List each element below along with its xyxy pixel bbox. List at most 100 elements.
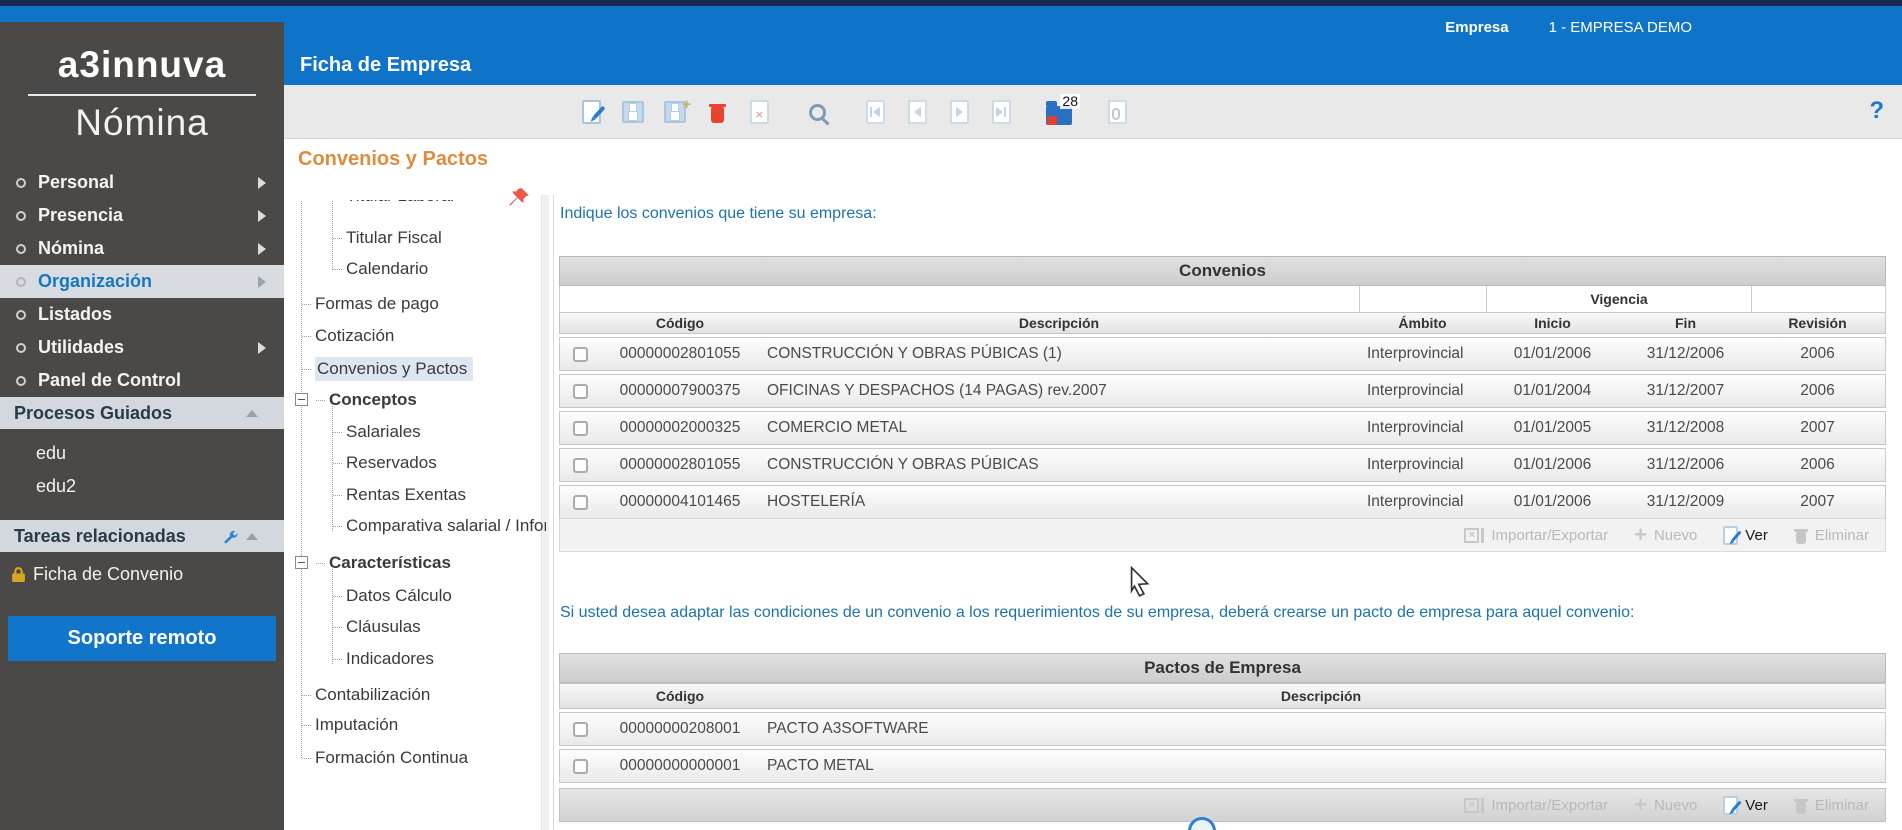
cell-ambito: Interprovincial — [1367, 345, 1464, 362]
tree-item-cotizacion[interactable]: Cotización — [302, 323, 394, 349]
convenio-row[interactable]: 00000002000325 COMERCIO METAL Interprovi… — [559, 411, 1886, 445]
cell-codigo: 00000002801055 — [619, 456, 741, 473]
row-checkbox[interactable] — [573, 457, 588, 473]
pacto-row[interactable]: 00000000208001 PACTO A3SOFTWARE — [559, 712, 1886, 746]
import-export-icon: × — [1464, 527, 1480, 543]
edit-pencil-icon — [1723, 795, 1742, 815]
collapse-box-icon[interactable] — [295, 393, 308, 406]
discard-button[interactable]: × — [744, 95, 774, 129]
empresa-value[interactable]: 1 - EMPRESA DEMO — [1549, 19, 1692, 36]
attachments-button[interactable] — [1102, 95, 1132, 129]
pactos-column-headers: Código Descripción — [559, 683, 1886, 709]
convenio-row[interactable]: 00000002801055 CONSTRUCCIÓN Y OBRAS PÚBI… — [559, 448, 1886, 482]
sidebar-item-personal[interactable]: Personal — [0, 166, 284, 199]
tree-item-clausulas[interactable]: Cláusulas — [333, 614, 421, 640]
discard-icon: × — [749, 100, 769, 124]
tree-item-formas-de-pago[interactable]: Formas de pago — [302, 291, 439, 317]
edit-pencil-icon — [1723, 525, 1742, 545]
view-button[interactable]: Ver — [1723, 525, 1768, 545]
row-checkbox[interactable] — [573, 383, 588, 399]
sidebar-item-listados[interactable]: Listados — [0, 298, 284, 331]
tree-item-titular-fiscal[interactable]: Titular Fiscal — [333, 225, 442, 251]
sidebar-item-nomina[interactable]: Nómina — [0, 232, 284, 265]
tree-item-imputacion[interactable]: Imputación — [302, 712, 398, 738]
tree-item-salariales[interactable]: Salariales — [333, 419, 421, 445]
bullet-icon — [16, 342, 26, 353]
submenu-arrow-icon — [258, 176, 266, 189]
pactos-table: Pactos de Empresa Código Descripción 000… — [559, 653, 1886, 783]
previous-record-icon — [907, 100, 927, 124]
row-checkbox[interactable] — [573, 721, 588, 737]
tree-item-conceptos[interactable]: Conceptos — [316, 387, 417, 413]
tree-item-caracteristicas[interactable]: Características — [316, 550, 451, 576]
sidebar-item-panel-de-control[interactable]: Panel de Control — [0, 364, 284, 397]
task-ficha-de-convenio[interactable]: Ficha de Convenio — [10, 564, 183, 585]
row-checkbox[interactable] — [573, 346, 588, 362]
delete-row-button[interactable]: Eliminar — [1793, 797, 1869, 814]
next-record-button[interactable] — [944, 95, 974, 129]
row-checkbox[interactable] — [573, 758, 588, 774]
tree-item-comparativa-salarial[interactable]: Comparativa salarial / Infor — [333, 513, 546, 539]
attachment-icon — [1107, 100, 1127, 124]
col-descripcion[interactable]: Descripción — [759, 313, 1359, 333]
section-tareas-relacionadas[interactable]: Tareas relacionadas — [0, 520, 284, 552]
guided-item-edu2[interactable]: edu2 — [36, 476, 76, 497]
sidebar-item-utilidades[interactable]: Utilidades — [0, 331, 284, 364]
empresa-label: Empresa — [1445, 19, 1509, 36]
tree-item-reservados[interactable]: Reservados — [333, 450, 437, 476]
view-button[interactable]: Ver — [1723, 795, 1768, 815]
delete-icon — [708, 102, 726, 123]
col-revision[interactable]: Revisión — [1752, 313, 1883, 333]
guided-item-edu[interactable]: edu — [36, 443, 66, 464]
delete-button[interactable] — [702, 95, 732, 129]
tree-nav: Titular Laboral Titular Fiscal Calendari… — [294, 200, 546, 830]
col-codigo[interactable]: Código — [601, 313, 759, 333]
col-ambito[interactable]: Ámbito — [1359, 313, 1486, 333]
remote-support-button[interactable]: Soporte remoto — [8, 616, 276, 661]
tree-item-calendario[interactable]: Calendario — [333, 256, 428, 282]
tree-item-contabilizacion[interactable]: Contabilización — [302, 682, 430, 708]
import-export-button[interactable]: × Importar/Exportar — [1464, 527, 1608, 544]
documents-button[interactable]: 28 — [1044, 93, 1080, 129]
new-button[interactable]: + Nuevo — [1634, 524, 1697, 546]
col-codigo[interactable]: Código — [601, 684, 759, 708]
row-checkbox[interactable] — [573, 420, 588, 436]
sidebar-item-organizacion[interactable]: Organización — [0, 265, 284, 298]
convenio-row[interactable]: 00000007900375 OFICINAS Y DESPACHOS (14 … — [559, 374, 1886, 408]
col-fin[interactable]: Fin — [1619, 313, 1752, 333]
cell-fin: 31/12/2006 — [1646, 456, 1725, 473]
previous-record-button[interactable] — [902, 95, 932, 129]
new-button[interactable]: + Nuevo — [1634, 794, 1697, 816]
save-icon — [622, 101, 644, 123]
tree-item-titular-laboral[interactable]: Titular Laboral — [333, 200, 454, 209]
save-new-button[interactable]: + — [660, 95, 691, 129]
tree-item-rentas-exentas[interactable]: Rentas Exentas — [333, 482, 466, 508]
tree-item-formacion-continua[interactable]: Formación Continua — [302, 745, 468, 771]
cell-fin: 31/12/2007 — [1646, 382, 1725, 399]
vigencia-label: Vigencia — [1486, 286, 1752, 312]
tree-item-indicadores[interactable]: Indicadores — [333, 646, 434, 672]
pacto-row[interactable]: 00000000000001 PACTO METAL — [559, 749, 1886, 783]
delete-row-button[interactable]: Eliminar — [1793, 527, 1869, 544]
col-descripcion[interactable]: Descripción — [759, 684, 1883, 708]
convenio-row[interactable]: 00000004101465 HOSTELERÍA Interprovincia… — [559, 485, 1886, 519]
col-inicio[interactable]: Inicio — [1486, 313, 1619, 333]
save-button[interactable] — [618, 95, 648, 129]
import-export-button[interactable]: × Importar/Exportar — [1464, 797, 1608, 814]
sidebar-item-presencia[interactable]: Presencia — [0, 199, 284, 232]
cell-fin: 31/12/2006 — [1646, 345, 1725, 362]
section-procesos-guiados[interactable]: Procesos Guiados — [0, 397, 284, 429]
row-checkbox[interactable] — [573, 494, 588, 510]
tree-item-datos-calculo[interactable]: Datos Cálculo — [333, 583, 452, 609]
edit-button[interactable] — [576, 95, 606, 129]
last-record-button[interactable] — [986, 95, 1016, 129]
collapse-box-icon[interactable] — [295, 556, 308, 569]
first-record-button[interactable] — [860, 95, 890, 129]
help-button[interactable]: ? — [1869, 97, 1884, 125]
search-button[interactable] — [802, 95, 832, 129]
tree-item-convenios-y-pactos[interactable]: Convenios y Pactos — [302, 356, 474, 382]
bullet-icon — [16, 177, 26, 188]
plus-icon: + — [1634, 522, 1647, 547]
edit-icon — [581, 100, 606, 124]
convenio-row[interactable]: 00000002801055 CONSTRUCCIÓN Y OBRAS PÚBI… — [559, 337, 1886, 371]
